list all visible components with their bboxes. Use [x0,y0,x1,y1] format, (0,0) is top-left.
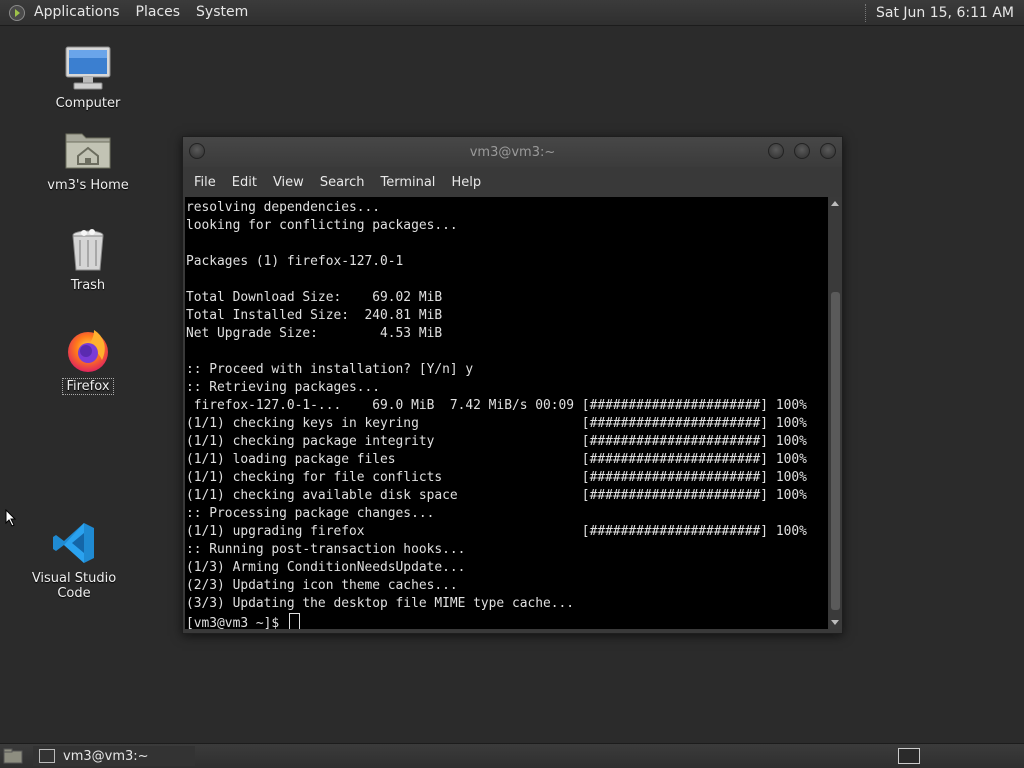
applications-menu[interactable]: Applications [32,0,128,25]
desktop-icon-label: vm3's Home [47,178,129,193]
terminal-line: resolving dependencies... [186,200,381,215]
desktop-icon-label: Computer [55,96,121,111]
scrollbar-thumb[interactable] [831,292,840,610]
terminal-line: firefox-127.0-1-... 69.0 MiB 7.42 MiB/s … [186,398,807,413]
minimize-button[interactable] [768,143,784,159]
desktop-icon-vscode[interactable]: Visual Studio Code [19,519,129,601]
terminal-line: (2/3) Updating icon theme caches... [186,578,458,593]
terminal-prompt-line[interactable]: [vm3@vm3 ~]$ [186,613,828,629]
scroll-down-arrow-icon[interactable] [831,620,839,625]
menu-search[interactable]: Search [312,175,373,190]
desktop-icon-label: Trash [70,278,106,293]
terminal-line: (1/3) Arming ConditionNeedsUpdate... [186,560,466,575]
window-menu-button[interactable] [189,143,205,159]
system-menu[interactable]: System [188,0,256,25]
vscode-icon [50,519,98,567]
menu-edit[interactable]: Edit [224,175,265,190]
desktop-icon-firefox[interactable]: Firefox [33,326,143,395]
scroll-up-arrow-icon[interactable] [831,201,839,206]
trash-icon [64,226,112,274]
terminal-line: Total Download Size: 69.02 MiB [186,290,443,305]
terminal-menubar: File Edit View Search Terminal Help [183,167,842,197]
terminal-line: (1/1) checking keys in keyring [########… [186,416,807,431]
desktop-icon-label: Visual Studio Code [31,571,117,601]
clock[interactable]: Sat Jun 15, 6:11 AM [876,5,1024,21]
mouse-pointer-icon [5,508,17,531]
terminal-icon [39,749,55,763]
show-desktop-icon[interactable] [3,748,23,764]
terminal-line: Total Installed Size: 240.81 MiB [186,308,443,323]
workspace-switcher[interactable] [898,748,920,764]
terminal-line: looking for conflicting packages... [186,218,458,233]
menu-view[interactable]: View [265,175,312,190]
terminal-line: Net Upgrade Size: 4.53 MiB [186,326,443,341]
window-titlebar[interactable]: vm3@vm3:~ [183,137,842,167]
firefox-icon [64,326,112,374]
terminal-line: :: Proceed with installation? [Y/n] y [186,362,474,377]
desktop-icon-label: Firefox [62,378,114,395]
desktop-icon-computer[interactable]: Computer [33,44,143,111]
desktop-icon-home[interactable]: vm3's Home [33,126,143,193]
terminal-window[interactable]: vm3@vm3:~ File Edit View Search Terminal… [182,136,843,634]
terminal-line: :: Running post-transaction hooks... [186,542,466,557]
terminal-line: :: Retrieving packages... [186,380,381,395]
desktop-icon-trash[interactable]: Trash [33,226,143,293]
home-folder-icon [64,126,112,174]
top-panel: Applications Places System Sat Jun 15, 6… [0,0,1024,26]
taskbar-terminal-button[interactable]: vm3@vm3:~ [33,746,195,766]
terminal-line: (3/3) Updating the desktop file MIME typ… [186,596,575,611]
computer-icon [64,44,112,92]
terminal-output-area[interactable]: resolving dependencies... looking for con… [185,197,828,629]
taskbar-label: vm3@vm3:~ [63,748,149,764]
text-cursor [288,613,300,629]
terminal-line: :: Processing package changes... [186,506,435,521]
menu-logo-icon[interactable] [8,4,26,22]
terminal-line: (1/1) loading package files [###########… [186,452,807,467]
terminal-scrollbar[interactable] [829,197,842,629]
terminal-line: (1/1) checking available disk space [###… [186,488,807,503]
menu-terminal[interactable]: Terminal [372,175,443,190]
terminal-text: resolving dependencies... looking for con… [185,197,828,629]
terminal-prompt: [vm3@vm3 ~]$ [186,616,287,629]
menu-file[interactable]: File [186,175,224,190]
terminal-line: (1/1) checking package integrity [######… [186,434,807,449]
terminal-line: Packages (1) firefox-127.0-1 [186,254,404,269]
bottom-panel: vm3@vm3:~ [0,743,1024,768]
panel-separator [865,3,868,22]
maximize-button[interactable] [794,143,810,159]
close-button[interactable] [820,143,836,159]
window-title: vm3@vm3:~ [469,144,556,160]
places-menu[interactable]: Places [128,0,189,25]
terminal-line: (1/1) upgrading firefox [###############… [186,524,807,539]
menu-help[interactable]: Help [443,175,489,190]
terminal-line: (1/1) checking for file conflicts [#####… [186,470,807,485]
